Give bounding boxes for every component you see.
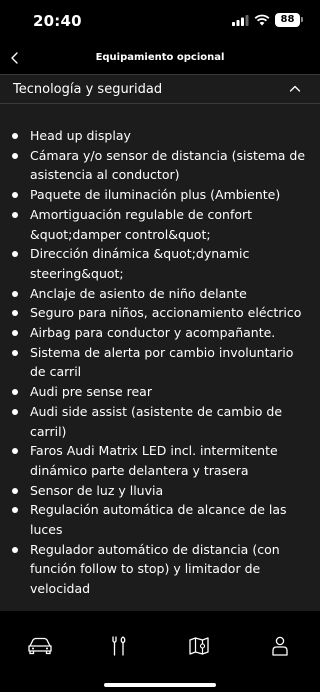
- bullet: [12, 389, 18, 396]
- page-title: Equipamiento opcional: [95, 52, 225, 63]
- list-item: Anclaje de asiento de niño delante: [0, 284, 320, 304]
- feature-text: Sensor de luz y lluvia: [30, 482, 164, 498]
- feature-text: Amortiguación regulable de confort &quot…: [30, 206, 253, 242]
- bullet: [12, 290, 18, 297]
- section-title: Tecnología y seguridad: [13, 82, 163, 97]
- bullet: [12, 349, 18, 356]
- technology-section: Tecnología y seguridad Head up display C…: [0, 74, 320, 611]
- list-item: Paquete de iluminación plus (Ambiente): [0, 185, 320, 205]
- battery-cap: [301, 17, 303, 22]
- feature-text: Audi side assist (asistente de cambio de…: [30, 403, 283, 439]
- list-item: Audi side assist (asistente de cambio de…: [0, 402, 320, 441]
- status-bar: 20:40 88: [0, 0, 320, 42]
- feature-text: Cámara y/o sensor de distancia (sistema …: [30, 147, 306, 183]
- nav-header: Equipamiento opcional: [0, 42, 320, 74]
- wifi-icon: [254, 14, 270, 26]
- section-header-toggle[interactable]: Tecnología y seguridad: [0, 74, 320, 104]
- tab-bar: [0, 611, 320, 692]
- list-item: Regulador automático de distancia (con f…: [0, 540, 320, 599]
- bullet: [12, 310, 18, 317]
- feature-list: Head up display Cámara y/o sensor de dis…: [0, 126, 320, 599]
- chevron-up-icon[interactable]: [289, 84, 301, 94]
- map-icon: [189, 637, 209, 655]
- tab-map[interactable]: [179, 631, 219, 661]
- bullet: [12, 330, 18, 337]
- feature-text: Anclaje de asiento de niño delante: [30, 285, 247, 301]
- signal-icon: [232, 15, 249, 26]
- list-item: Faros Audi Matrix LED incl. intermitente…: [0, 441, 320, 480]
- feature-text: Regulador automático de distancia (con f…: [30, 541, 280, 597]
- feature-text: Sistema de alerta por cambio involuntari…: [30, 344, 294, 380]
- bullet: [12, 192, 18, 199]
- bullet: [12, 546, 18, 553]
- feature-text: Head up display: [30, 128, 131, 143]
- list-item: Amortiguación regulable de confort &quot…: [0, 205, 320, 244]
- feature-text: Audi pre sense rear: [30, 384, 152, 400]
- car-icon: [28, 637, 52, 655]
- list-item: Sensor de luz y lluvia: [0, 481, 320, 501]
- list-item: Regulación automática de alcance de las …: [0, 500, 320, 539]
- bullet: [12, 408, 18, 415]
- list-item: Airbag para conductor y acompañante.: [0, 323, 320, 343]
- home-indicator: [104, 683, 216, 687]
- list-item: Audi pre sense rear: [0, 382, 320, 402]
- feature-text: Dirección dinámica &quot;dynamic steerin…: [30, 246, 250, 281]
- bullet: [12, 448, 18, 455]
- list-item: Head up display: [0, 126, 320, 146]
- bullet: [12, 507, 18, 514]
- feature-text: Airbag para conductor y acompañante.: [30, 325, 276, 341]
- bullet: [12, 133, 18, 139]
- tab-profile[interactable]: [260, 631, 300, 661]
- profile-icon: [272, 636, 288, 656]
- feature-text: Regulación automática de alcance de las …: [30, 502, 287, 538]
- feature-text: Seguro para niños, accionamiento eléctri…: [30, 305, 302, 321]
- tab-car[interactable]: [20, 631, 60, 661]
- bullet: [12, 251, 18, 258]
- status-time: 20:40: [33, 12, 82, 30]
- list-item: Sistema de alerta por cambio involuntari…: [0, 343, 320, 382]
- battery-indicator: 88: [275, 13, 300, 27]
- tools-icon: [112, 636, 126, 656]
- list-item: Cámara y/o sensor de distancia (sistema …: [0, 146, 320, 185]
- feature-text: Faros Audi Matrix LED incl. intermitente…: [30, 443, 278, 478]
- bullet: [12, 211, 18, 218]
- bullet: [12, 152, 18, 159]
- list-item: Seguro para niños, accionamiento eléctri…: [0, 303, 320, 323]
- feature-text: Paquete de iluminación plus (Ambiente): [30, 187, 281, 203]
- tab-service[interactable]: [99, 631, 139, 661]
- list-item: Dirección dinámica &quot;dynamic steerin…: [0, 244, 320, 283]
- bullet: [12, 487, 18, 494]
